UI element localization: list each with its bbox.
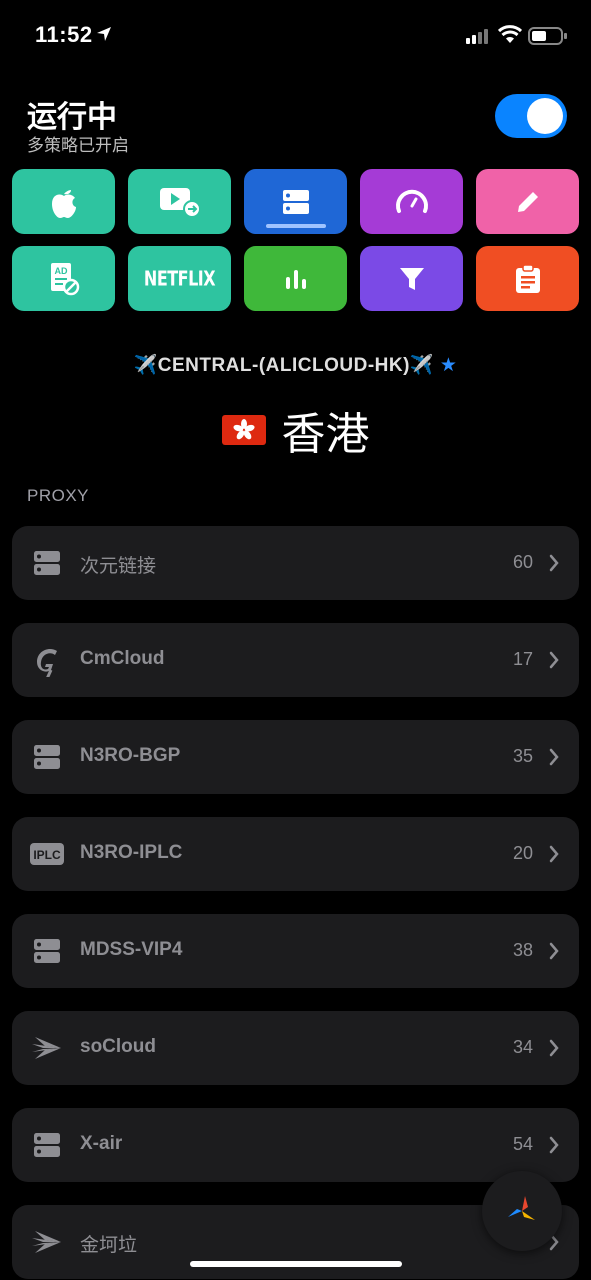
- current-region: 香港: [0, 398, 591, 462]
- proxy-count: 35: [512, 746, 533, 766]
- chevron-right-icon: [549, 1136, 559, 1154]
- enable-toggle[interactable]: [495, 94, 567, 138]
- proxy-row[interactable]: 次元链接 60: [12, 526, 579, 600]
- home-indicator: [190, 1261, 402, 1267]
- server-tile-button[interactable]: [244, 169, 347, 234]
- bar-chart-icon: [285, 269, 306, 289]
- page-subtitle: 多策略已开启: [27, 136, 129, 155]
- netflix-icon: NETFLIX: [143, 266, 216, 291]
- filter-icon: [399, 267, 424, 290]
- netflix-tile-button[interactable]: NETFLIX: [128, 246, 231, 311]
- status-bar: 11:52: [0, 0, 591, 70]
- cellular-signal-icon: [466, 29, 488, 44]
- chevron-right-icon: [549, 651, 559, 669]
- ad-block-icon: AD: [50, 262, 79, 295]
- chevron-right-icon: [549, 845, 559, 863]
- section-label-proxy: PROXY: [27, 486, 90, 505]
- proxy-name: 金坷垃: [80, 1235, 138, 1256]
- hong-kong-flag-icon: [221, 415, 266, 445]
- server-icon: [34, 551, 60, 575]
- cmcloud-logo-icon: [37, 649, 57, 677]
- pencil-icon: [517, 191, 538, 212]
- proxy-row[interactable]: IPLC N3RO-IPLC 20: [12, 817, 579, 891]
- wifi-icon: [498, 25, 522, 43]
- server-icon: [34, 1133, 60, 1157]
- proxy-row[interactable]: soCloud 34: [12, 1011, 579, 1085]
- proxy-count: 17: [512, 649, 533, 669]
- speedometer-icon: [395, 189, 428, 213]
- stats-tile-button[interactable]: [244, 246, 347, 311]
- socloud-logo-icon: [32, 1231, 61, 1253]
- edit-tile-button[interactable]: [476, 169, 579, 234]
- current-policy[interactable]: ✈️CENTRAL-(ALICLOUD-HK)✈️ ★: [0, 353, 591, 377]
- location-arrow-icon: [97, 27, 111, 41]
- proxy-name: X-air: [80, 1133, 123, 1154]
- proxy-name: soCloud: [80, 1036, 156, 1057]
- proxy-name: MDSS-VIP4: [80, 939, 183, 960]
- page-title: 运行中: [27, 101, 117, 134]
- proxy-count: 20: [512, 843, 533, 863]
- proxy-row[interactable]: MDSS-VIP4 38: [12, 914, 579, 988]
- iplc-badge-icon: IPLC: [30, 843, 64, 865]
- chevron-right-icon: [549, 554, 559, 572]
- chevron-right-icon: [549, 942, 559, 960]
- region-name: 香港: [281, 410, 370, 459]
- toggle-knob: [527, 98, 563, 134]
- proxy-name: N3RO-IPLC: [80, 842, 183, 863]
- status-time: 11:52: [35, 22, 93, 47]
- proxy-row[interactable]: X-air 54: [12, 1108, 579, 1182]
- log-tile-button[interactable]: [476, 246, 579, 311]
- clipboard-icon: [515, 263, 540, 293]
- video-play-icon: [159, 187, 201, 218]
- proxy-count: 60: [512, 552, 533, 572]
- server-icon: [34, 939, 60, 963]
- speedtest-tile-button[interactable]: [360, 169, 463, 234]
- apple-tile-button[interactable]: [12, 169, 115, 234]
- svg-text:AD: AD: [54, 266, 67, 276]
- server-icon: [34, 745, 60, 769]
- proxy-row[interactable]: N3RO-BGP 35: [12, 720, 579, 794]
- battery-icon: [528, 27, 567, 45]
- chevron-right-icon: [549, 1039, 559, 1057]
- server-icon: [282, 189, 309, 214]
- filter-tile-button[interactable]: [360, 246, 463, 311]
- socloud-logo-icon: [32, 1037, 61, 1059]
- apple-icon: [51, 189, 76, 218]
- proxy-name: 次元链接: [80, 556, 157, 577]
- svg-text:IPLC: IPLC: [33, 848, 61, 862]
- proxy-row[interactable]: CmCloud 17: [12, 623, 579, 697]
- floating-action-button[interactable]: [482, 1171, 562, 1251]
- video-tile-button[interactable]: [128, 169, 231, 234]
- proxy-count: 54: [512, 1134, 533, 1154]
- adblock-tile-button[interactable]: AD: [12, 246, 115, 311]
- star-icon[interactable]: ★: [440, 355, 458, 376]
- proxy-count: 38: [512, 940, 533, 960]
- proxy-name: CmCloud: [80, 648, 165, 669]
- proxy-count: 34: [512, 1037, 533, 1057]
- selected-indicator: [265, 224, 326, 228]
- pinwheel-icon: [508, 1196, 535, 1220]
- policy-name: ✈️CENTRAL-(ALICLOUD-HK)✈️: [133, 355, 435, 376]
- chevron-right-icon: [549, 748, 559, 766]
- proxy-name: N3RO-BGP: [80, 745, 181, 766]
